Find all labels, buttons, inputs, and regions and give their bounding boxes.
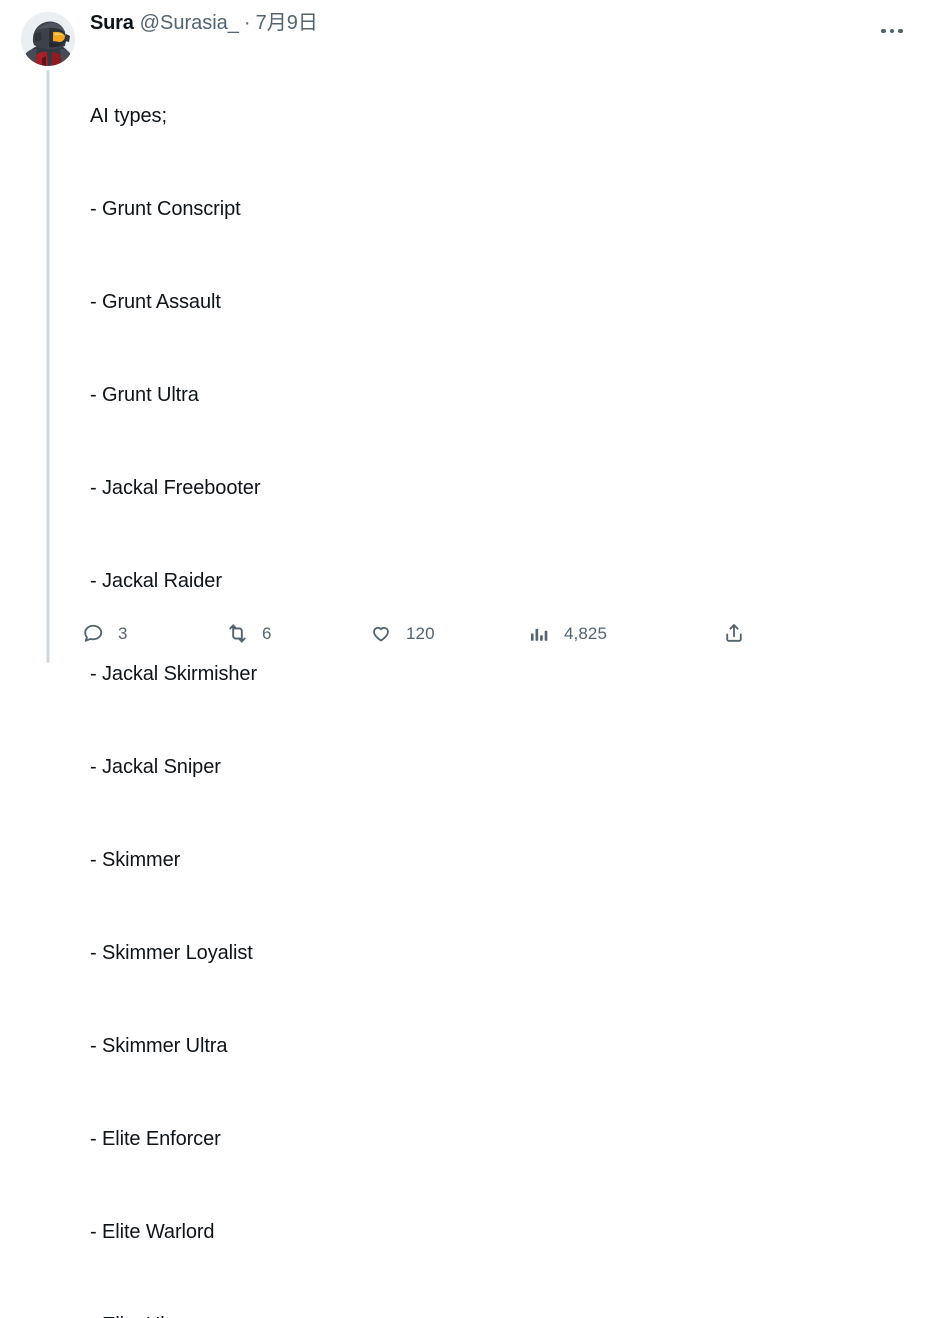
- tweet-left-rail: [16, 8, 80, 663]
- tweet-text-line: - Elite Warlord: [90, 1221, 215, 1243]
- author-handle[interactable]: @Surasia_: [140, 8, 239, 38]
- analytics-bar-chart-icon: [526, 620, 552, 646]
- tweet-text-line: - Jackal Sniper: [90, 756, 221, 778]
- reply-icon: [80, 620, 106, 646]
- tweet-text-line: AI types;: [90, 105, 167, 127]
- like-button[interactable]: 120: [368, 615, 526, 651]
- tweet-text-line: - Skimmer: [90, 849, 181, 871]
- tweet-text-line: - Grunt Assault: [90, 291, 221, 313]
- tweet-text-line: - Jackal Raider: [90, 570, 222, 592]
- like-count: 120: [406, 623, 435, 643]
- tweet-text-line: - Elite Enforcer: [90, 1128, 221, 1150]
- share-upload-icon: [721, 620, 747, 646]
- tweet-text-line: - Grunt Ultra: [90, 384, 199, 406]
- retweet-icon: [224, 620, 250, 646]
- tweet-text: AI types; - Grunt Conscript - Grunt Assa…: [90, 39, 915, 1318]
- more-horizontal-icon-dot: [881, 28, 886, 34]
- share-button[interactable]: [712, 615, 756, 651]
- tweet-card: Sura @Surasia_ · 7月9日 AI types; - Grunt …: [0, 0, 931, 1318]
- tweet-content: Sura @Surasia_ · 7月9日 AI types; - Grunt …: [80, 8, 915, 1318]
- tweet-text-line: - Skimmer Ultra: [90, 1035, 228, 1057]
- tweet-text-line: - Elite Ultra: [90, 1310, 915, 1318]
- halo-spartan-avatar-icon: [21, 12, 75, 66]
- tweet-text-line: - Jackal Skirmisher: [90, 663, 258, 685]
- retweet-count: 6: [262, 623, 272, 643]
- views-button[interactable]: 4,825: [526, 615, 712, 651]
- retweet-button[interactable]: 6: [224, 615, 368, 651]
- heart-icon: [368, 620, 394, 646]
- more-options-button[interactable]: [875, 14, 909, 48]
- header-separator: ·: [243, 12, 251, 34]
- tweet-text-line: - Skimmer Loyalist: [90, 942, 253, 964]
- more-horizontal-icon-dot: [889, 28, 895, 34]
- author-display-name[interactable]: Sura: [90, 8, 134, 38]
- thread-connector-line: [46, 70, 50, 663]
- tweet-header: Sura @Surasia_ · 7月9日: [90, 8, 915, 38]
- tweet-timestamp[interactable]: 7月9日: [256, 8, 318, 38]
- tweet-text-line: - Grunt Conscript: [90, 198, 241, 220]
- more-horizontal-icon-dot: [898, 28, 903, 34]
- views-count: 4,825: [564, 623, 608, 643]
- reply-button[interactable]: 3: [80, 615, 224, 651]
- avatar[interactable]: [21, 12, 75, 66]
- reply-count: 3: [118, 623, 128, 643]
- tweet-text-line: - Jackal Freebooter: [90, 477, 261, 499]
- tweet-action-bar: 3 6 120 4,825: [80, 613, 915, 653]
